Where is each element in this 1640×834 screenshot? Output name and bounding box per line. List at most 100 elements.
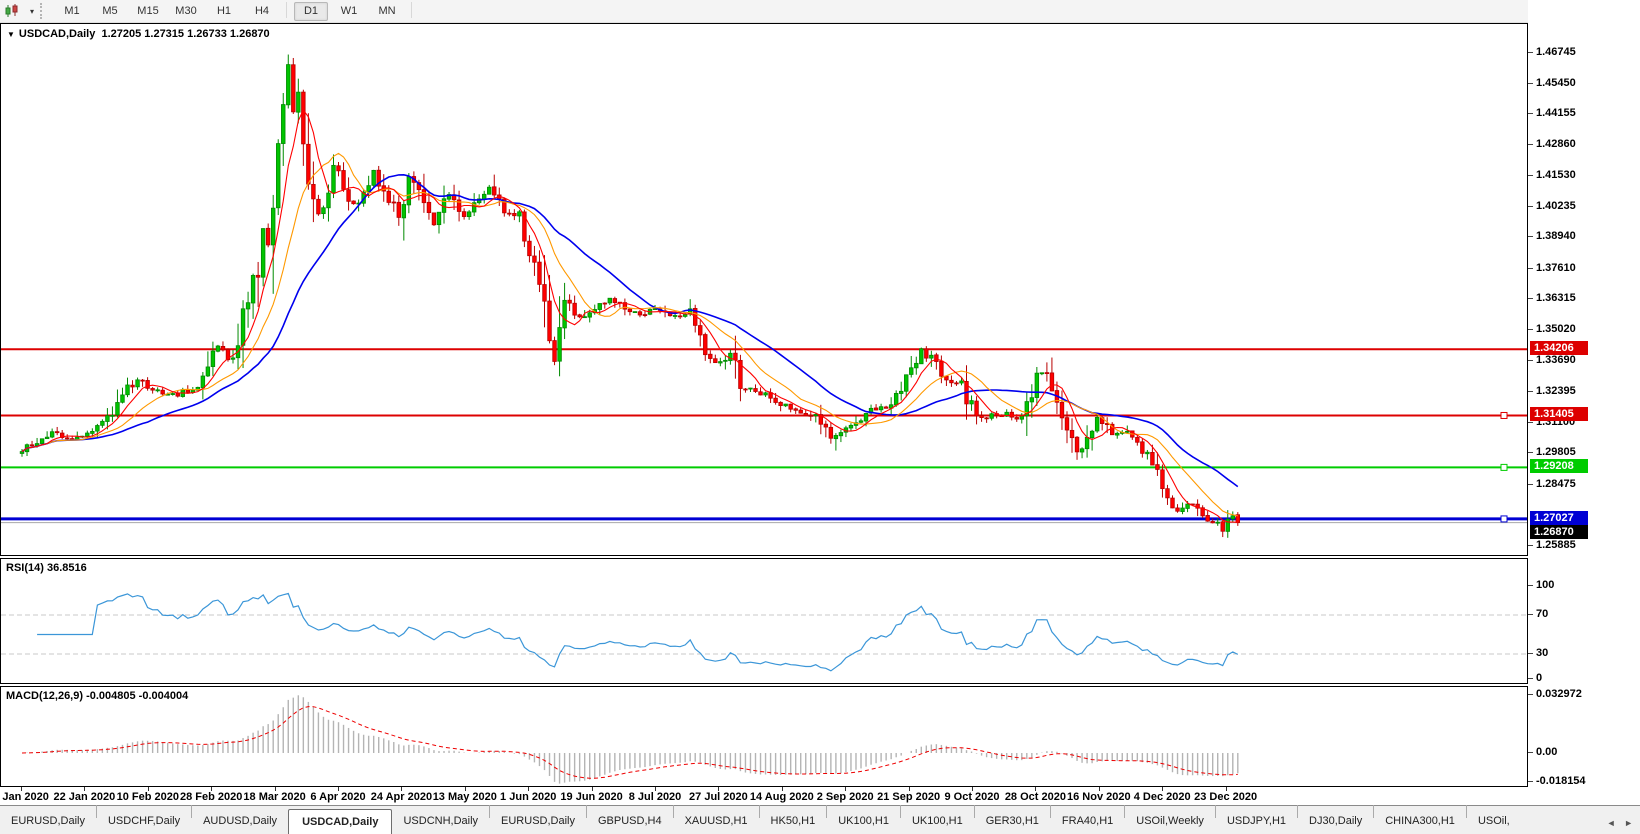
macd-panel[interactable]: MACD(12,26,9) -0.004805 -0.004004 (0, 686, 1528, 787)
tab-scroll-left-arrow[interactable]: ◄ (1604, 818, 1619, 828)
candle-up (1030, 398, 1034, 402)
candle-up (91, 431, 95, 433)
candle-down (799, 410, 803, 413)
price-tick-mark (1528, 52, 1533, 53)
tab-hk50-h1[interactable]: HK50,H1 (760, 810, 827, 833)
candle-down (628, 309, 632, 312)
candle-up (1146, 452, 1150, 454)
chart-symbol: USDCAD,Daily (19, 28, 95, 40)
tab-uk100-h1[interactable]: UK100,H1 (827, 810, 900, 833)
price-chart-panel[interactable]: ▼ USDCAD,Daily 1.27205 1.27315 1.26733 1.… (0, 23, 1528, 556)
candle-up (729, 353, 733, 360)
candle-down (829, 427, 833, 438)
tab-usoil-weekly[interactable]: USOil,Weekly (1125, 810, 1215, 833)
timeframe-button-MN[interactable]: MN (370, 2, 404, 21)
candle-down (1010, 412, 1014, 417)
candle-down (754, 389, 758, 392)
candle-down (392, 202, 396, 203)
candle-down (1156, 465, 1160, 470)
timeframe-button-H4[interactable]: H4 (245, 2, 279, 21)
candle-up (894, 393, 898, 405)
macd-scale-label: -0.018154 (1536, 775, 1586, 787)
tab-usdchf-daily[interactable]: USDCHF,Daily (97, 810, 191, 833)
timeframe-button-H1[interactable]: H1 (207, 2, 241, 21)
level-drag-handle[interactable] (1501, 516, 1507, 522)
tab-usdcad-daily[interactable]: USDCAD,Daily (288, 809, 392, 834)
candle-up (156, 390, 160, 391)
timeframe-button-M15[interactable]: M15 (131, 2, 165, 21)
timeframe-button-M30[interactable]: M30 (169, 2, 203, 21)
tab-dj30-daily[interactable]: DJ30,Daily (1298, 810, 1373, 833)
price-tick-mark (1528, 206, 1533, 207)
date-label: 22 Jan 2020 (54, 791, 116, 803)
tab-gbpusd-h4[interactable]: GBPUSD,H4 (587, 810, 673, 833)
tab-audusd-daily[interactable]: AUDUSD,Daily (192, 810, 288, 833)
chart-type-dropdown-arrow[interactable]: ▾ (26, 7, 38, 16)
tab-scroll-right-arrow[interactable]: ► (1621, 818, 1636, 828)
candle-down (266, 228, 270, 245)
candle-up (1085, 437, 1089, 448)
tab-usdcnh-daily[interactable]: USDCNH,Daily (392, 810, 489, 833)
chart-ohlc-values: 1.27205 1.27315 1.26733 1.26870 (101, 28, 269, 40)
tab-usoil-[interactable]: USOil, (1467, 810, 1521, 833)
candle-up (246, 303, 250, 309)
candle-down (317, 199, 321, 214)
candle-up (764, 393, 768, 395)
candle-up (749, 388, 753, 389)
tab-uk100-h1[interactable]: UK100,H1 (901, 810, 974, 833)
tab-china300-h1[interactable]: CHINA300,H1 (1374, 810, 1466, 833)
candle-up (45, 437, 49, 438)
toolbar-separator (286, 2, 287, 18)
price-axis[interactable]: 1.467451.454501.441551.428601.415301.402… (1528, 0, 1640, 805)
price-tick-mark (1528, 329, 1533, 330)
candle-down (347, 190, 351, 202)
level-drag-handle[interactable] (1501, 412, 1507, 418)
tab-ger30-h1[interactable]: GER30,H1 (975, 810, 1050, 833)
candle-up (914, 363, 918, 368)
price-tick-mark (1528, 236, 1533, 237)
tab-fra40-h1[interactable]: FRA40,H1 (1051, 810, 1124, 833)
rsi-panel[interactable]: RSI(14) 36.8516 (0, 558, 1528, 684)
rsi-scale-label: 0 (1536, 672, 1542, 684)
tab-xauusd-h1[interactable]: XAUUSD,H1 (674, 810, 759, 833)
candlestick-chart[interactable] (1, 24, 1527, 555)
candle-down (698, 326, 702, 335)
price-tick-label: 1.35020 (1536, 323, 1576, 335)
candle-down (1045, 373, 1049, 374)
candle-down (1050, 373, 1054, 391)
candle-up (111, 415, 115, 416)
candle-up (467, 212, 471, 217)
timeframe-button-W1[interactable]: W1 (332, 2, 366, 21)
candle-down (613, 299, 617, 303)
candle-down (176, 393, 180, 396)
candle-down (703, 335, 707, 355)
timeframe-button-M1[interactable]: M1 (55, 2, 89, 21)
candle-down (643, 315, 647, 316)
candle-up (251, 275, 255, 303)
timeframe-button-D1[interactable]: D1 (294, 2, 328, 21)
candle-down (638, 312, 642, 315)
candle-down (548, 301, 552, 341)
candle-up (879, 407, 883, 410)
level-drag-handle[interactable] (1501, 464, 1507, 470)
candle-down (678, 316, 682, 317)
rsi-indicator-label: RSI(14) 36.8516 (6, 562, 87, 574)
toolbar-grip[interactable] (40, 3, 47, 19)
macd-indicator-label: MACD(12,26,9) -0.004805 -0.004004 (6, 690, 188, 702)
chart-type-icon[interactable] (0, 2, 26, 20)
candle-up (201, 376, 205, 388)
candle-down (65, 438, 69, 439)
candle-down (789, 404, 793, 409)
tab-eurusd-daily[interactable]: EURUSD,Daily (0, 810, 96, 833)
timeframe-button-M5[interactable]: M5 (93, 2, 127, 21)
candle-up (332, 165, 336, 193)
tab-eurusd-daily[interactable]: EURUSD,Daily (490, 810, 586, 833)
tab-usdjpy-h1[interactable]: USDJPY,H1 (1216, 810, 1297, 833)
date-axis[interactable]: 3 Jan 202022 Jan 202010 Feb 202028 Feb 2… (0, 787, 1528, 805)
candle-up (206, 367, 210, 376)
candle-down (1070, 430, 1074, 437)
candle-up (719, 362, 723, 363)
macd-scale-tick (1528, 694, 1533, 695)
symbol-dropdown-icon[interactable]: ▼ (7, 30, 15, 39)
candle-down (312, 184, 316, 198)
